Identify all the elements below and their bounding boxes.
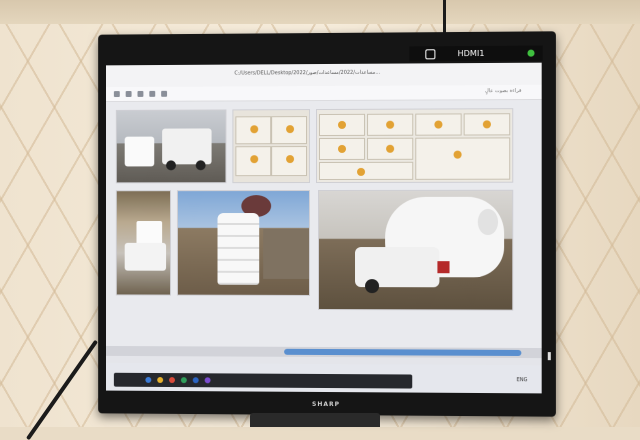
system-tray[interactable]: ENG bbox=[517, 377, 528, 383]
read-aloud-button[interactable]: قراءة بصوت عالٍ bbox=[485, 88, 521, 94]
water-box bbox=[235, 146, 272, 177]
taskbar: ENG bbox=[106, 362, 542, 394]
water-box bbox=[271, 146, 308, 177]
photo-water-boxes bbox=[232, 109, 311, 184]
photo-big-tank-loading bbox=[318, 189, 514, 311]
document-page bbox=[106, 99, 542, 349]
tv-monitor: HDMI1 C:/Users/DELL/Desktop/2022/مساعدات… bbox=[98, 31, 556, 417]
ceiling bbox=[0, 0, 640, 24]
water-carton bbox=[319, 161, 414, 181]
pickup-truck bbox=[124, 242, 167, 271]
rotate-icon[interactable] bbox=[149, 90, 156, 97]
folder-icon[interactable] bbox=[157, 376, 164, 383]
chrome-icon[interactable] bbox=[169, 377, 175, 384]
fit-page-icon[interactable] bbox=[161, 90, 168, 97]
photo-pickup-tank bbox=[115, 190, 172, 296]
water-carton bbox=[463, 113, 511, 136]
photo-water-cartons bbox=[316, 108, 514, 184]
water-carton bbox=[319, 137, 366, 161]
input-source-label: HDMI1 bbox=[457, 48, 485, 59]
scrollbar-thumb[interactable] bbox=[284, 348, 522, 356]
edge-icon[interactable] bbox=[145, 376, 152, 383]
zoom-out-icon[interactable] bbox=[125, 91, 132, 97]
excel-icon[interactable] bbox=[180, 377, 187, 384]
water-box bbox=[235, 116, 272, 145]
photo-truck-tanks bbox=[115, 109, 227, 184]
water-carton bbox=[367, 137, 414, 160]
tv-stand bbox=[250, 413, 380, 427]
status-indicator-icon bbox=[527, 49, 535, 57]
power-indicator bbox=[547, 352, 551, 361]
water-carton bbox=[367, 113, 414, 136]
pickup-truck bbox=[355, 247, 440, 288]
truck bbox=[162, 128, 212, 165]
word-icon[interactable] bbox=[192, 377, 199, 384]
app-icon[interactable] bbox=[204, 377, 211, 384]
input-source-bar: HDMI1 bbox=[409, 45, 543, 62]
water-tank bbox=[217, 213, 260, 285]
zoom-in-icon[interactable] bbox=[137, 90, 144, 97]
water-carton bbox=[319, 113, 366, 137]
water-box bbox=[271, 116, 308, 145]
input-source-icon bbox=[425, 49, 436, 60]
water-tank bbox=[124, 136, 155, 167]
brand-logo: SHARP bbox=[312, 400, 341, 409]
address-path[interactable]: C:/Users/DELL/Desktop/2022/مساعدات/2022/… bbox=[234, 70, 380, 77]
water-carton bbox=[415, 137, 511, 180]
photo-installed-tank bbox=[176, 190, 311, 296]
water-carton bbox=[415, 113, 462, 136]
menu-icon[interactable] bbox=[113, 91, 120, 98]
stone-wall bbox=[263, 228, 310, 279]
screen: C:/Users/DELL/Desktop/2022/مساعدات/2022/… bbox=[106, 62, 542, 394]
